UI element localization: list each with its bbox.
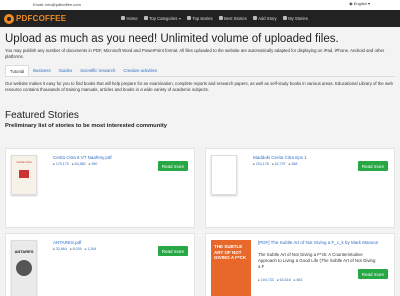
- comments-count: 663: [294, 278, 302, 282]
- story-cover[interactable]: THE SUBTLE ART OF NOT GIVING A F*CK: [211, 240, 251, 296]
- tab-content: Our website makes it easy for you to fin…: [5, 81, 393, 92]
- comments-count: 990: [89, 162, 97, 166]
- nav-label: Home: [126, 15, 138, 21]
- views-count: 179,170: [53, 162, 69, 166]
- main-content: Upload as much as you need! Unlimited vo…: [0, 27, 400, 129]
- read-more-button[interactable]: Read more: [357, 161, 388, 171]
- story-cover[interactable]: [211, 155, 237, 195]
- story-stats: 104,733 63,818 663: [258, 278, 303, 282]
- cover-illustration: [19, 170, 29, 178]
- tab-guides[interactable]: Guides: [55, 65, 77, 76]
- story-cover[interactable]: Cerita Citra: [11, 155, 37, 195]
- story-title[interactable]: Cerita Citra 6 VT Naahmy.pdf: [53, 155, 112, 160]
- star-icon: [186, 16, 191, 20]
- downloads-count: 63,818: [277, 278, 291, 282]
- comments-count: 568: [289, 162, 297, 166]
- featured-title: Featured Stories: [5, 110, 79, 121]
- story-title[interactable]: [PDF] The Subtle Art of Not Giving a F_c…: [258, 240, 388, 246]
- comments-count: 1,264: [85, 247, 96, 251]
- views-count: 32,664: [53, 247, 67, 251]
- category-tabs: Tutorial Business Guides Scientific rese…: [5, 65, 395, 77]
- contact-email[interactable]: Email: info@pdfcoffee.com: [33, 2, 81, 7]
- tab-scientific-research[interactable]: Scientific research: [76, 65, 119, 76]
- plus-icon: [252, 16, 257, 20]
- featured-subtitle: Preliminary list of stories to be most i…: [5, 123, 168, 129]
- story-card: THE SUBTLE ART OF NOT GIVING A F*CK [PDF…: [205, 233, 395, 296]
- story-cover[interactable]: ANTARES: [11, 240, 37, 296]
- nav-label: My Stories: [288, 15, 308, 21]
- views-count: 104,733: [258, 278, 274, 282]
- nav-label: Top Categories: [149, 15, 178, 21]
- nav-my-stories[interactable]: My Stories: [280, 13, 311, 23]
- nav-home[interactable]: Home: [118, 13, 141, 23]
- downloads-count: 8,039: [70, 247, 82, 251]
- site-logo[interactable]: PDFCOFFEE: [4, 12, 66, 25]
- tab-tutorial[interactable]: Tutorial: [5, 65, 30, 76]
- cover-title: Cerita Citra: [16, 160, 32, 164]
- nav-label: Top stories: [192, 15, 213, 21]
- nav-add-story[interactable]: Add Story: [250, 13, 280, 23]
- nav-label: Best Stories: [224, 15, 247, 21]
- read-more-button[interactable]: Read more: [157, 246, 188, 256]
- nav-best-stories[interactable]: Best Stories: [216, 13, 250, 23]
- hero-title: Upload as much as you need! Unlimited vo…: [5, 33, 339, 45]
- story-card: Maddoki Cerita Citra Eps 1 234,178 42,79…: [205, 148, 395, 228]
- logo-text: PDFCOFFEE: [16, 14, 67, 23]
- downloads-count: 63,880: [72, 162, 86, 166]
- cover-illustration: [16, 260, 32, 276]
- story-title[interactable]: Maddoki Cerita Citra Eps 1: [253, 155, 307, 160]
- story-stats: 32,664 8,039 1,264: [53, 247, 97, 251]
- hero-text: You may publish any number of documents …: [5, 48, 385, 59]
- story-stats: 234,178 42,797 568: [253, 162, 298, 166]
- trophy-icon: [218, 16, 223, 20]
- nav-top-stories[interactable]: Top stories: [184, 13, 216, 23]
- tab-creative-activities[interactable]: Creative activities: [119, 65, 161, 76]
- nav-top-categories[interactable]: Top Categories: [141, 13, 184, 23]
- language-selector[interactable]: ◉ English ▾: [349, 1, 370, 6]
- story-description: The Subtle Art of Not Giving a F*ck: A C…: [258, 252, 376, 269]
- nav-label: Add Story: [258, 15, 277, 21]
- read-more-button[interactable]: Read more: [357, 269, 388, 279]
- story-stats: 179,170 63,880 990: [53, 162, 98, 166]
- list-icon: [143, 16, 148, 20]
- cover-title: ANTARES: [14, 249, 34, 254]
- tab-business[interactable]: Business: [29, 65, 54, 76]
- story-card: ANTARES ANTARES.pdf 32,664 8,039 1,264 R…: [5, 233, 195, 296]
- story-title[interactable]: ANTARES.pdf: [53, 240, 81, 245]
- language-label: English: [353, 1, 367, 6]
- navbar: PDFCOFFEE Home Top Categories Top storie…: [0, 10, 400, 27]
- home-icon: [121, 16, 125, 20]
- top-bar: Email: info@pdfcoffee.com ◉ English ▾: [0, 0, 400, 10]
- story-card: Cerita Citra Cerita Citra 6 VT Naahmy.pd…: [5, 148, 195, 228]
- views-count: 234,178: [253, 162, 269, 166]
- read-more-button[interactable]: Read more: [157, 161, 188, 171]
- user-icon: [282, 16, 287, 20]
- cover-title: THE SUBTLE ART OF NOT GIVING A F*CK: [214, 244, 247, 260]
- downloads-count: 42,797: [272, 162, 286, 166]
- coffee-cup-icon: [4, 13, 14, 24]
